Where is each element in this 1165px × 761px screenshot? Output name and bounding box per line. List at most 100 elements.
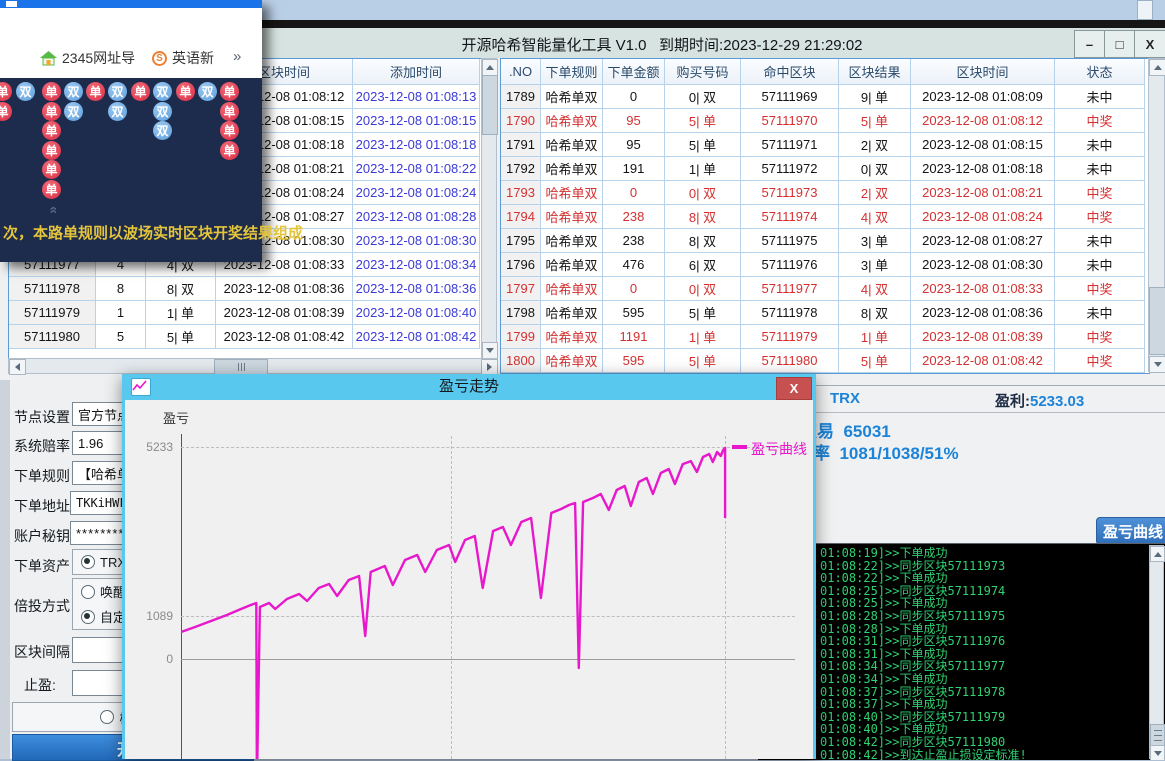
orders-row-cell[interactable]: 8| 双	[839, 301, 911, 325]
orders-row-cell[interactable]: 哈希单双	[541, 277, 603, 301]
blocks-row-cell[interactable]: 2023-12-08 01:08:36	[216, 277, 353, 301]
orders-row-cell[interactable]: 2023-12-08 01:08:33	[911, 277, 1055, 301]
orders-row-cell[interactable]: 未中	[1055, 157, 1145, 181]
orders-row-cell[interactable]: 1| 单	[665, 325, 741, 349]
orders-row-cell[interactable]: 0| 双	[665, 277, 741, 301]
orders-row-cell[interactable]: 0	[603, 181, 665, 205]
blocks-row-cell[interactable]: 2023-12-08 01:08:13	[353, 85, 480, 109]
orders-row-cell[interactable]: 2023-12-08 01:08:09	[911, 85, 1055, 109]
orders-row-cell[interactable]: 2| 双	[839, 133, 911, 157]
orders-row-cell[interactable]: 中奖	[1055, 277, 1145, 301]
scrollbar-grip-icon[interactable]	[214, 359, 268, 375]
orders-row-cell[interactable]: 1| 单	[839, 325, 911, 349]
orders-row-cell[interactable]: 95	[603, 133, 665, 157]
orders-row-cell[interactable]: 哈希单双	[541, 109, 603, 133]
blocks-row-cell[interactable]: 2023-12-08 01:08:42	[353, 325, 480, 349]
scroll-up-icon[interactable]	[482, 59, 498, 76]
blocks-row-cell[interactable]: 57111979	[9, 301, 96, 325]
orders-row-cell[interactable]: 57111969	[741, 85, 839, 109]
orders-row-cell[interactable]: 57111979	[741, 325, 839, 349]
orders-row-cell[interactable]: 5| 单	[665, 133, 741, 157]
scroll-up-icon[interactable]	[1149, 59, 1165, 76]
orders-row-cell[interactable]: 3| 单	[839, 253, 911, 277]
scroll-down-icon[interactable]	[482, 342, 498, 359]
orders-row-cell[interactable]: 2023-12-08 01:08:21	[911, 181, 1055, 205]
orders-row-cell[interactable]: 中奖	[1055, 109, 1145, 133]
orders-row-cell[interactable]: 57111978	[741, 301, 839, 325]
orders-row-cell[interactable]: 1793	[501, 181, 541, 205]
close-button[interactable]: X	[1134, 30, 1165, 58]
orders-row-cell[interactable]: 未中	[1055, 85, 1145, 109]
orders-row-cell[interactable]: 1| 单	[665, 157, 741, 181]
blocks-row-cell[interactable]: 8| 双	[146, 277, 216, 301]
orders-row-cell[interactable]: 8| 双	[665, 205, 741, 229]
orders-vscrollbar[interactable]	[1148, 58, 1165, 372]
orders-row-cell[interactable]: 57111977	[741, 277, 839, 301]
collapse-up-icon[interactable]: »	[44, 206, 60, 214]
orders-row-cell[interactable]: 4| 双	[839, 205, 911, 229]
orders-row-cell[interactable]: 1796	[501, 253, 541, 277]
blocks-row-cell[interactable]: 2023-12-08 01:08:22	[353, 157, 480, 181]
orders-row-cell[interactable]: 57111980	[741, 349, 839, 373]
bookmarks-more-icon[interactable]: »	[233, 48, 241, 65]
orders-row-cell[interactable]: 中奖	[1055, 349, 1145, 373]
console-scrollbar[interactable]	[1149, 545, 1164, 759]
blocks-vscrollbar[interactable]	[481, 58, 497, 358]
orders-row-cell[interactable]: 5| 单	[839, 109, 911, 133]
orders-row-cell[interactable]: 0	[603, 277, 665, 301]
scroll-down-icon[interactable]	[1150, 745, 1165, 760]
orders-row-cell[interactable]: 2023-12-08 01:08:24	[911, 205, 1055, 229]
orders-row-cell[interactable]: 哈希单双	[541, 205, 603, 229]
blocks-row-cell[interactable]: 57111978	[9, 277, 96, 301]
orders-row-cell[interactable]: 1191	[603, 325, 665, 349]
orders-row-cell[interactable]: 3| 单	[839, 229, 911, 253]
orders-row-cell[interactable]: 4| 双	[839, 277, 911, 301]
orders-row-cell[interactable]: 哈希单双	[541, 157, 603, 181]
blocks-hscrollbar[interactable]	[8, 358, 497, 374]
blocks-row-cell[interactable]: 2023-12-08 01:08:39	[216, 301, 353, 325]
blocks-row-cell[interactable]: 2023-12-08 01:08:40	[353, 301, 480, 325]
chart-close-button[interactable]: X	[776, 377, 812, 400]
orders-row-cell[interactable]: 中奖	[1055, 325, 1145, 349]
scrollbar-thumb[interactable]	[482, 75, 498, 135]
orders-row-cell[interactable]: 1792	[501, 157, 541, 181]
orders-row-cell[interactable]: 57111972	[741, 157, 839, 181]
orders-row-cell[interactable]: 哈希单双	[541, 229, 603, 253]
profit-curve-button[interactable]: 盈亏曲线	[1096, 517, 1165, 545]
orders-row-cell[interactable]: 1794	[501, 205, 541, 229]
orders-row-cell[interactable]: 2023-12-08 01:08:12	[911, 109, 1055, 133]
bookmark-english[interactable]: S 英语新	[152, 48, 214, 68]
blocks-row-cell[interactable]: 2023-12-08 01:08:24	[353, 181, 480, 205]
orders-row-cell[interactable]: 1789	[501, 85, 541, 109]
orders-row-cell[interactable]: 哈希单双	[541, 253, 603, 277]
orders-row-cell[interactable]: 5| 单	[665, 301, 741, 325]
orders-row-cell[interactable]: 0| 双	[665, 181, 741, 205]
orders-row-cell[interactable]: 0| 双	[665, 85, 741, 109]
chart-window-titlebar[interactable]: 盈亏走势 X	[125, 374, 813, 400]
orders-row-cell[interactable]: 57111976	[741, 253, 839, 277]
orders-row-cell[interactable]: 1799	[501, 325, 541, 349]
orders-row-cell[interactable]: 中奖	[1055, 181, 1145, 205]
orders-row-cell[interactable]: 57111974	[741, 205, 839, 229]
orders-row-cell[interactable]: 2023-12-08 01:08:36	[911, 301, 1055, 325]
orders-row-cell[interactable]: 2| 双	[839, 181, 911, 205]
orders-row-cell[interactable]: 95	[603, 109, 665, 133]
orders-row-cell[interactable]: 2023-12-08 01:08:39	[911, 325, 1055, 349]
orders-row-cell[interactable]: 哈希单双	[541, 325, 603, 349]
orders-row-cell[interactable]: 6| 双	[665, 253, 741, 277]
scrollbar-grip-icon[interactable]	[1150, 724, 1165, 746]
scrollbar-thumb[interactable]	[1149, 287, 1165, 355]
orders-row-cell[interactable]: 未中	[1055, 301, 1145, 325]
orders-row-cell[interactable]: 哈希单双	[541, 181, 603, 205]
blocks-row-cell[interactable]: 1	[96, 301, 146, 325]
blocks-row-cell[interactable]: 5	[96, 325, 146, 349]
blocks-row-cell[interactable]: 2023-12-08 01:08:30	[353, 229, 480, 253]
blocks-row-cell[interactable]: 2023-12-08 01:08:28	[353, 205, 480, 229]
orders-row-cell[interactable]: 2023-12-08 01:08:18	[911, 157, 1055, 181]
asset-radio-trx[interactable]: TRX	[81, 555, 126, 570]
orders-row-cell[interactable]: 0| 双	[839, 157, 911, 181]
orders-row-cell[interactable]: 9| 单	[839, 85, 911, 109]
orders-row-cell[interactable]: 2023-12-08 01:08:30	[911, 253, 1055, 277]
orders-row-cell[interactable]: 5| 单	[665, 109, 741, 133]
orders-row-cell[interactable]: 57111971	[741, 133, 839, 157]
